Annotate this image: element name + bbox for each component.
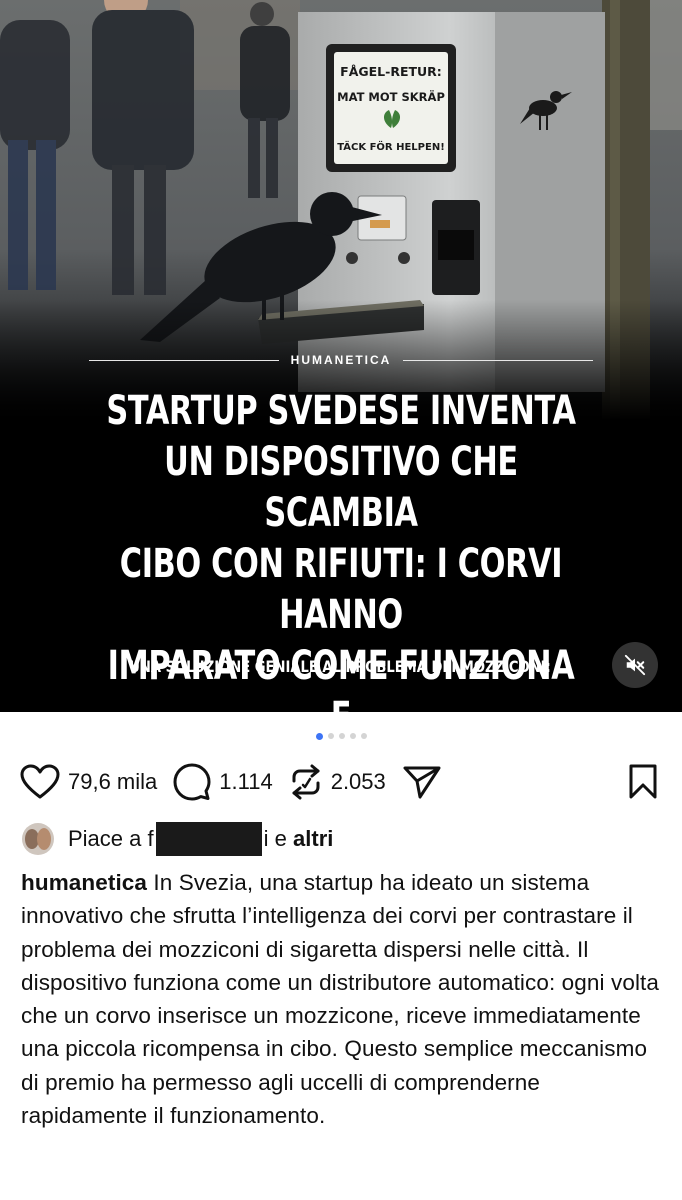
save-button[interactable]: [628, 764, 658, 805]
carousel-indicator: [0, 732, 682, 740]
post-media[interactable]: FÅGEL-RETUR: MAT MOT SKRÄP TÄCK FÖR HELP…: [0, 0, 682, 712]
liked-by-name-start[interactable]: f: [148, 826, 154, 852]
liked-by-others-link[interactable]: altri: [293, 826, 333, 852]
comment-icon: [173, 763, 211, 801]
post-subheadline: UNA SOLUZIONE GENIALE AL PROBLEMA DEI MO…: [129, 657, 551, 676]
divider-right: [403, 359, 594, 361]
redacted-username: [155, 822, 262, 856]
carousel-dot: [360, 733, 367, 739]
carousel-dot: [349, 733, 356, 739]
caption-username[interactable]: humanetica: [21, 870, 147, 895]
repost-count: 2.053: [330, 769, 386, 794]
carousel-dot: [327, 733, 334, 739]
heart-icon: [20, 764, 60, 799]
carousel-dot-active: [315, 732, 323, 740]
like-count: 79,6 mila: [68, 769, 158, 794]
action-bar: 79,6 mila 1.114 2.053: [20, 762, 662, 802]
sign-line-3: TÄCK FÖR HELPEN!: [337, 139, 445, 153]
sign-line-2: MAT MOT SKRÄP: [337, 89, 445, 104]
bookmark-icon: [629, 764, 657, 799]
repost-button[interactable]: 2.053: [289, 764, 386, 800]
brand-row: HUMANETICA: [0, 350, 682, 370]
liked-by-prefix: Piace a: [68, 826, 142, 851]
liked-by-and: e: [274, 826, 287, 851]
volume-muted-icon: [624, 654, 646, 676]
post-caption: humanetica In Svezia, una startup ha ide…: [21, 866, 661, 1132]
divider-left: [88, 359, 279, 361]
repost-icon: [292, 764, 320, 800]
liked-by-name-end[interactable]: i: [264, 826, 269, 852]
caption-text: In Svezia, una startup ha ideato un sist…: [21, 870, 660, 1129]
like-button[interactable]: 79,6 mila: [20, 764, 157, 800]
comment-button[interactable]: 1.114: [173, 763, 273, 801]
brand-label: HUMANETICA: [290, 353, 392, 367]
mute-button[interactable]: [612, 642, 658, 688]
avatar: [22, 823, 54, 855]
liked-by-row[interactable]: Piace a f i e altri: [22, 822, 333, 856]
sign-line-1: FÅGEL-RETUR:: [340, 64, 442, 79]
comment-count: 1.114: [219, 769, 273, 794]
share-button[interactable]: [402, 764, 442, 800]
share-icon: [403, 766, 441, 799]
carousel-dot: [338, 733, 345, 739]
